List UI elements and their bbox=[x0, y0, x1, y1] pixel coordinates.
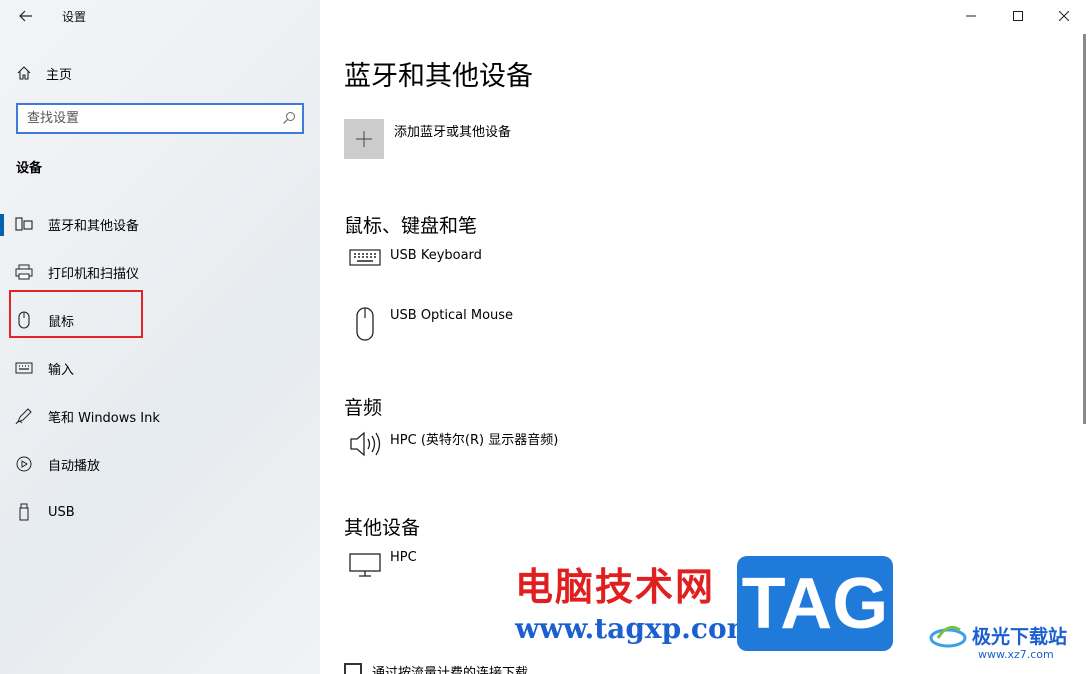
close-button[interactable] bbox=[1041, 0, 1087, 32]
device-hpc-audio[interactable]: HPC (英特尔(R) 显示器音频) bbox=[344, 427, 558, 461]
pen-icon bbox=[0, 407, 48, 425]
sidebar-item-label: 输入 bbox=[48, 362, 75, 378]
sidebar-item-bluetooth[interactable]: 蓝牙和其他设备 bbox=[0, 204, 300, 244]
bluetooth-devices-icon bbox=[0, 216, 48, 232]
maximize-icon bbox=[1013, 11, 1023, 21]
aurora-logo-icon bbox=[929, 625, 967, 648]
sidebar-item-usb[interactable]: USB bbox=[0, 492, 300, 532]
device-usb-optical-mouse[interactable]: USB Optical Mouse bbox=[344, 306, 513, 342]
sidebar: 设置 主页 设备 蓝牙和其他设备 打印机和扫描仪 鼠标 输入 bbox=[0, 0, 320, 674]
mouse-icon bbox=[344, 306, 386, 342]
sidebar-item-autoplay[interactable]: 自动播放 bbox=[0, 444, 300, 484]
plus-icon bbox=[356, 131, 372, 147]
group-label: 设备 bbox=[16, 161, 43, 176]
search-icon bbox=[283, 112, 295, 124]
active-indicator bbox=[0, 214, 4, 236]
device-name: USB Optical Mouse bbox=[390, 308, 514, 323]
watermark-site-logo: 极光下载站 www.xz7.com bbox=[928, 620, 1068, 661]
watermark-logo-url: www.xz7.com bbox=[978, 648, 1054, 661]
home-link[interactable]: 主页 bbox=[16, 62, 72, 84]
device-name: HPC (英特尔(R) 显示器音频) bbox=[390, 433, 559, 448]
sidebar-item-printers[interactable]: 打印机和扫描仪 bbox=[0, 252, 300, 292]
printer-icon bbox=[0, 264, 48, 280]
watermark-tag-logo: TAG bbox=[737, 556, 893, 651]
minimize-button[interactable] bbox=[948, 0, 994, 32]
section-title-other-devices: 其他设备 bbox=[344, 517, 421, 539]
keyboard-icon bbox=[0, 362, 48, 374]
usb-icon bbox=[0, 503, 48, 521]
metered-label: 通过按流量计费的连接下载 bbox=[372, 666, 529, 674]
sidebar-item-typing[interactable]: 输入 bbox=[0, 348, 300, 388]
watermark-text: 电脑技术网 bbox=[515, 565, 716, 609]
scrollbar[interactable] bbox=[1083, 34, 1086, 424]
annotation-highlight-box bbox=[9, 290, 143, 338]
sidebar-item-label: 打印机和扫描仪 bbox=[48, 266, 140, 282]
watermark-url: www.tagxp.com bbox=[515, 612, 757, 645]
close-icon bbox=[1059, 11, 1069, 21]
sidebar-item-pen[interactable]: 笔和 Windows Ink bbox=[0, 396, 300, 436]
window-title: 设置 bbox=[62, 10, 87, 24]
metered-checkbox[interactable] bbox=[344, 662, 362, 674]
device-name: USB Keyboard bbox=[390, 248, 482, 263]
section-title-audio: 音频 bbox=[344, 397, 383, 419]
add-device-button[interactable] bbox=[344, 119, 384, 159]
home-icon bbox=[17, 66, 31, 80]
monitor-icon bbox=[344, 548, 386, 578]
back-button[interactable] bbox=[12, 4, 40, 28]
sidebar-item-label: 自动播放 bbox=[48, 458, 101, 474]
minimize-icon bbox=[966, 15, 976, 17]
sidebar-item-label: USB bbox=[48, 504, 75, 520]
autoplay-icon bbox=[0, 455, 48, 473]
watermark-logo-text: 极光下载站 bbox=[972, 625, 1068, 648]
sidebar-item-label: 笔和 Windows Ink bbox=[48, 410, 160, 426]
sidebar-item-label: 蓝牙和其他设备 bbox=[48, 218, 140, 234]
keyboard-icon bbox=[344, 246, 386, 268]
section-title-input-devices: 鼠标、键盘和笔 bbox=[344, 215, 478, 237]
search-input[interactable] bbox=[18, 105, 268, 132]
back-arrow-icon bbox=[19, 10, 32, 22]
device-hpc[interactable]: HPC bbox=[344, 548, 417, 578]
speaker-icon bbox=[344, 427, 386, 461]
device-usb-keyboard[interactable]: USB Keyboard bbox=[344, 246, 482, 268]
metered-download-option[interactable]: 通过按流量计费的连接下载 bbox=[344, 662, 528, 674]
maximize-button[interactable] bbox=[995, 0, 1041, 32]
page-title: 蓝牙和其他设备 bbox=[344, 61, 533, 92]
search-box[interactable] bbox=[16, 103, 304, 134]
add-device-label[interactable]: 添加蓝牙或其他设备 bbox=[394, 121, 511, 140]
home-label: 主页 bbox=[46, 67, 73, 83]
device-name: HPC bbox=[390, 550, 417, 565]
